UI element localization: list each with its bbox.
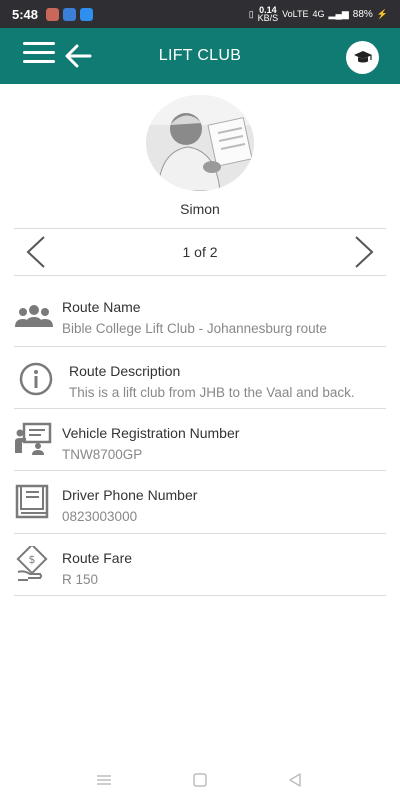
data-speed-unit: KB/S (257, 13, 279, 23)
data-speed: 0.14 KB/S (257, 6, 279, 23)
messenger-notification-icon (80, 7, 94, 21)
group-icon (14, 295, 54, 331)
notification-icons (46, 7, 94, 21)
hamburger-line (23, 51, 55, 54)
pager-count: 1 of 2 (182, 244, 218, 260)
page-title: LIFT CLUB (158, 47, 242, 64)
presentation-icon (14, 421, 54, 457)
hamburger-line (23, 42, 55, 45)
vehicle-registration-label: Vehicle Registration Number (62, 425, 240, 441)
book-icon (14, 483, 54, 519)
battery-level: 88% (352, 8, 373, 20)
route-name-value: Bible College Lift Club - Johannesburg r… (62, 321, 327, 336)
home-button[interactable] (190, 770, 210, 790)
vibrate-icon: ▯ (248, 8, 254, 19)
triangle-back-icon (289, 773, 301, 787)
vehicle-registration-row: Vehicle Registration Number TNW8700GP (14, 409, 386, 471)
driver-phone-row: Driver Phone Number 0823003000 (14, 471, 386, 534)
fare-icon: $ (14, 543, 54, 582)
status-time: 5:48 (12, 6, 39, 22)
driver-photo (146, 95, 254, 191)
system-nav-bar (0, 760, 400, 800)
driver-phone-value: 0823003000 (62, 509, 138, 524)
status-indicators: ▯ 0.14 KB/S VoLTE 4G ▂▄▆ 88% ⚡ (248, 6, 388, 23)
vehicle-registration-value: TNW8700GP (62, 447, 143, 462)
route-description-label: Route Description (69, 363, 181, 379)
next-button[interactable] (350, 235, 378, 269)
app-notification-icon (63, 7, 77, 21)
graduation-cap-icon (353, 50, 372, 62)
route-description-row: Route Description This is a lift club fr… (14, 347, 386, 409)
menu-lines-icon (97, 775, 111, 785)
system-back-button[interactable] (285, 770, 305, 790)
route-fare-value: R 150 (62, 572, 99, 587)
route-fare-row: $ Route Fare R 150 (14, 534, 386, 596)
graduation-cap-button[interactable] (346, 41, 379, 74)
heart-notification-icon (46, 7, 60, 21)
svg-text:$: $ (29, 553, 36, 566)
square-icon (193, 773, 207, 787)
recent-apps-button[interactable] (94, 770, 114, 790)
driver-pager: 1 of 2 (14, 228, 386, 276)
route-name-row: Route Name Bible College Lift Club - Joh… (14, 283, 386, 347)
app-bar: LIFT CLUB (0, 28, 400, 84)
driver-name: Simon (180, 201, 220, 217)
driver-phone-label: Driver Phone Number (62, 487, 198, 503)
menu-button[interactable] (23, 42, 55, 68)
charging-icon: ⚡ (376, 8, 388, 19)
signal-icon: ▂▄▆ (328, 8, 349, 19)
arrow-left-icon (65, 44, 92, 68)
driver-avatar (146, 95, 254, 191)
chevron-right-icon (355, 236, 374, 268)
network-gen-label: 4G (312, 9, 325, 19)
route-description-value: This is a lift club from JHB to the Vaal… (69, 385, 355, 400)
hamburger-line (23, 60, 55, 63)
back-button[interactable] (64, 42, 92, 70)
route-name-label: Route Name (62, 299, 141, 315)
info-icon (18, 361, 58, 397)
volte-label: VoLTE (282, 9, 309, 19)
route-fare-label: Route Fare (62, 550, 133, 566)
status-bar: 5:48 ▯ 0.14 KB/S VoLTE 4G ▂▄▆ 88% ⚡ (0, 0, 400, 28)
